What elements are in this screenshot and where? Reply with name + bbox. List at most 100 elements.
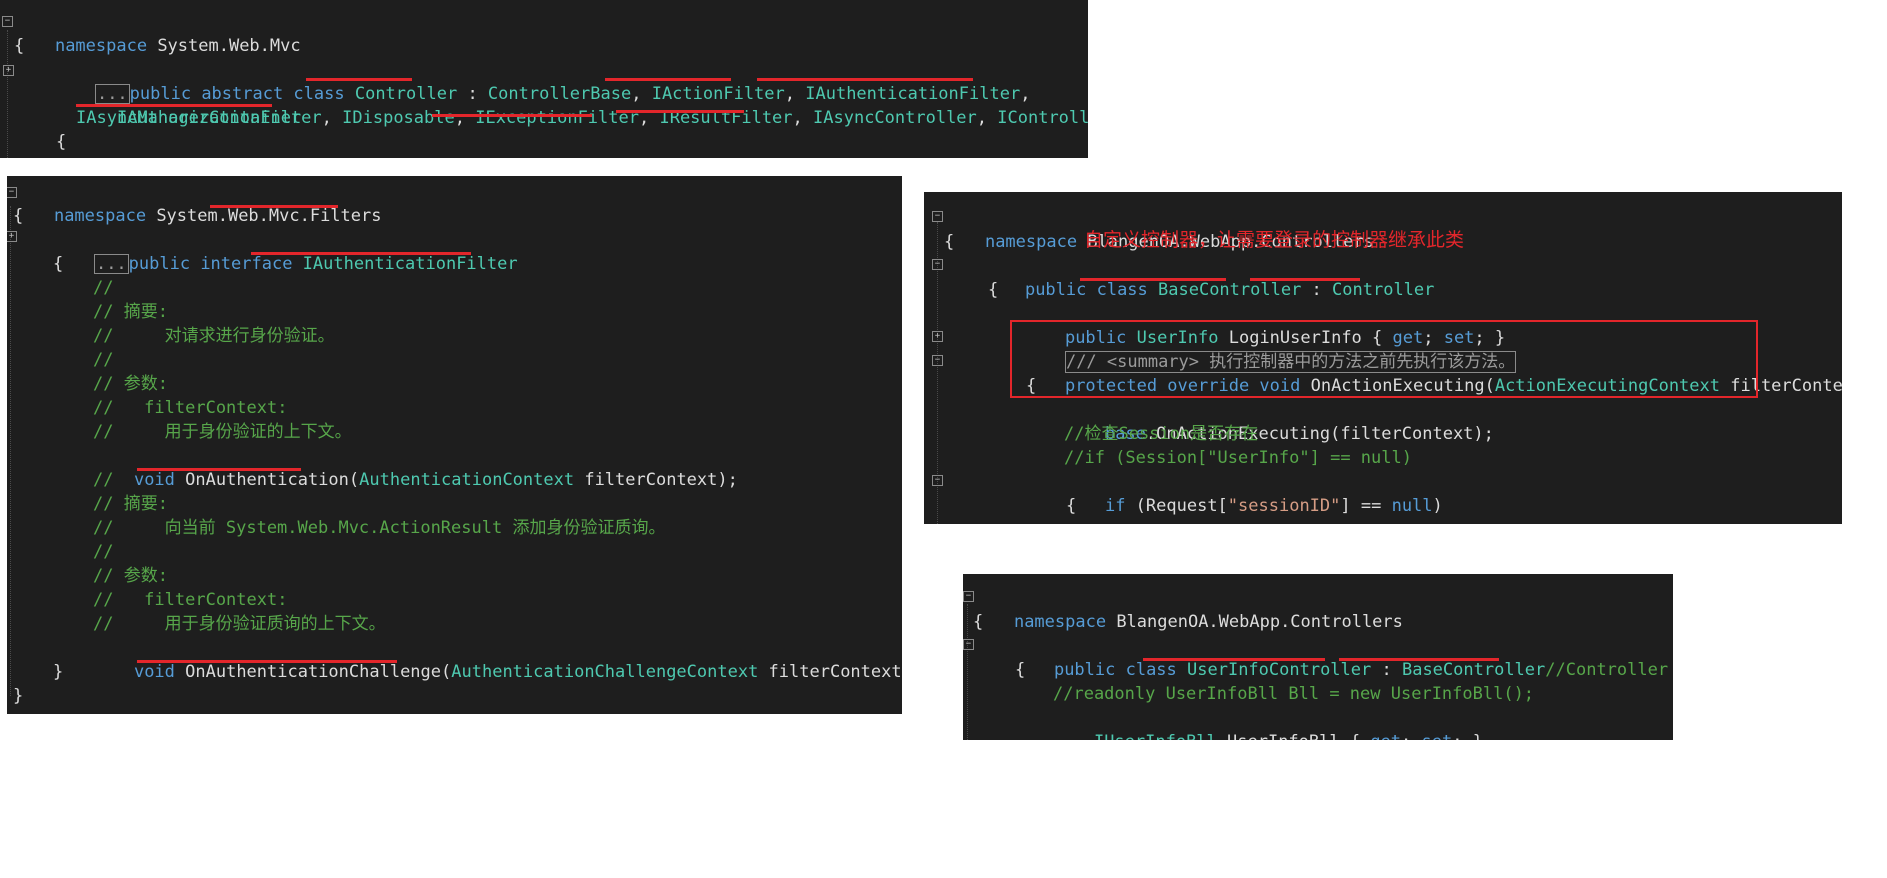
comment-line: //	[93, 278, 114, 298]
base-call-line: base.OnActionExecuting(filterContext);	[1064, 398, 1494, 444]
code-panel-iauthenticationfilter: − + namespace System.Web.Mvc.Filters { .…	[7, 176, 902, 714]
open-brace: {	[13, 206, 24, 226]
semicolon: ; }	[1452, 732, 1483, 740]
comma: ,	[792, 108, 814, 128]
expression: (Request[	[1125, 496, 1228, 516]
collapse-icon[interactable]: −	[2, 16, 13, 27]
semicolon: ;	[1401, 732, 1421, 740]
interface-iasynccontroller: IAsyncController	[813, 108, 977, 128]
open-brace: {	[973, 612, 984, 632]
keyword: void	[133, 662, 186, 682]
property-type: IUserInfoBll	[1094, 732, 1217, 740]
namespace-line: namespace System.Web.Mvc.Filters	[13, 180, 382, 226]
operator: ] ==	[1340, 496, 1392, 516]
class-modifiers: public class	[1024, 280, 1159, 300]
keyword: set	[1422, 732, 1453, 740]
separator: :	[1301, 280, 1333, 300]
base-class: Controller	[1332, 280, 1435, 300]
interface-modifiers: public interface	[128, 254, 303, 274]
collapse-icon[interactable]: −	[932, 211, 943, 222]
property-name: UserInfoBll {	[1217, 732, 1371, 740]
open-brace: {	[1066, 496, 1077, 516]
class-name: BaseController	[1158, 280, 1302, 300]
method-name: OnAuthenticationChallenge	[185, 662, 442, 682]
collapse-icon[interactable]: −	[932, 355, 943, 366]
paren: )	[1432, 496, 1443, 516]
interface-icontroller: IController	[997, 108, 1088, 128]
code-panel-controller: − + namespace System.Web.Mvc { ... public…	[0, 0, 1088, 158]
underline-basecontroller	[1080, 278, 1226, 281]
interface-iexceptionfilter: IExceptionFilter	[475, 108, 639, 128]
param-type: AuthenticationContext	[359, 470, 575, 490]
open-brace: {	[56, 132, 67, 152]
underline-onauthenticationchallenge	[137, 660, 397, 663]
underline-controller	[306, 78, 412, 81]
property-line: IUserInfoBll UserInfoBll { get; set; }	[1053, 706, 1483, 740]
comment-line: // 用于身份验证的上下文。	[93, 422, 352, 442]
class-declaration-line: public class BaseController : Controller	[984, 254, 1434, 300]
underline-onauthentication	[137, 468, 301, 471]
code-panel-basecontroller: − − + − − namespace BlangenOA.WebApp.Con…	[924, 192, 1842, 524]
expand-icon[interactable]: +	[932, 331, 943, 342]
comment-line: // filterContext:	[93, 398, 288, 418]
underline-iauthorizationfilter	[76, 104, 272, 107]
keyword: namespace	[53, 206, 147, 226]
comment-line: // 向当前 System.Web.Mvc.ActionResult 添加身份验…	[93, 518, 666, 538]
namespace-line: namespace BlangenOA.WebApp.Controllers	[973, 586, 1403, 632]
keyword: namespace	[984, 232, 1078, 252]
comment-line: // filterContext:	[93, 590, 288, 610]
keyword: null	[1391, 496, 1433, 516]
comment-line: // 摘要:	[93, 494, 168, 514]
underline-iresultfilter	[616, 110, 744, 113]
interface-declaration-line: ... public interface IAuthenticationFilte…	[53, 228, 518, 274]
collapse-icon[interactable]: −	[932, 259, 943, 270]
keyword: get	[1370, 732, 1401, 740]
param-type: AuthenticationChallengeContext	[451, 662, 759, 682]
separator: :	[1371, 660, 1402, 680]
method-name: OnAuthentication	[185, 470, 349, 490]
comment-line: //	[93, 542, 114, 562]
comment-line: // 用于身份验证质询的上下文。	[93, 614, 386, 634]
open-brace: {	[988, 280, 999, 300]
expand-icon[interactable]: +	[3, 65, 14, 76]
comment-line: // 对请求进行身份验证。	[93, 326, 335, 346]
base-class: BaseController	[1401, 660, 1546, 680]
namespace-line: namespace System.Web.Mvc	[14, 10, 301, 56]
underline-filters	[210, 205, 338, 208]
underline-iexceptionfilter	[432, 114, 592, 117]
interfaces-line: IAuthorizationFilter, IDisposable, IExce…	[76, 82, 1088, 128]
namespace-name: BlangenOA.WebApp.Controllers	[1106, 612, 1403, 632]
interface-iasyncmanagercontainer: IAsyncManagerContainer	[76, 108, 302, 128]
open-brace: {	[944, 232, 955, 252]
paren: (	[348, 470, 360, 490]
comment-line: // 参数:	[93, 374, 168, 394]
string-literal: "sessionID"	[1227, 496, 1341, 516]
comment-line: //	[93, 350, 114, 370]
collapse-icon[interactable]: −	[932, 475, 943, 486]
comment-line: //if (Session["UserInfo"] == null)	[1064, 448, 1412, 468]
annotation-custom-controller: 自定义控制器，让需要登录的控制器继承此类	[1084, 229, 1465, 251]
namespace-line: namespace BlangenOA.WebApp.Controllers	[944, 206, 1374, 252]
underline-controller	[1250, 278, 1360, 281]
indent-guide	[10, 206, 11, 696]
underline-iauthenticationfilter	[757, 78, 973, 81]
open-brace: {	[1015, 660, 1026, 680]
inline-comment: //Controller	[1545, 660, 1669, 680]
indent-guide	[7, 30, 8, 158]
param-name: filterContext);	[768, 662, 902, 682]
collapsed-region[interactable]: ...	[93, 254, 129, 274]
class-name: UserInfoController	[1187, 660, 1372, 680]
comment-line: //检查Session是否存在	[1064, 424, 1259, 444]
underline-userinfocontroller	[1143, 658, 1325, 661]
paren: (	[441, 662, 452, 682]
method-onauthentication: void OnAuthentication(AuthenticationCont…	[93, 444, 738, 490]
indent-guide	[967, 604, 968, 740]
class-declaration-line: public class UserInfoController : BaseCo…	[1013, 634, 1668, 680]
interface-name: IAuthenticationFilter	[302, 254, 518, 274]
param-name: filterContext);	[574, 470, 738, 490]
code-panel-userinfocontroller: − − namespace BlangenOA.WebApp.Controlle…	[963, 574, 1673, 740]
comment-line: // 摘要:	[93, 302, 168, 322]
underline-iactionfilter	[605, 78, 731, 81]
class-modifiers: public class	[1053, 660, 1188, 680]
comma: ,	[976, 108, 998, 128]
